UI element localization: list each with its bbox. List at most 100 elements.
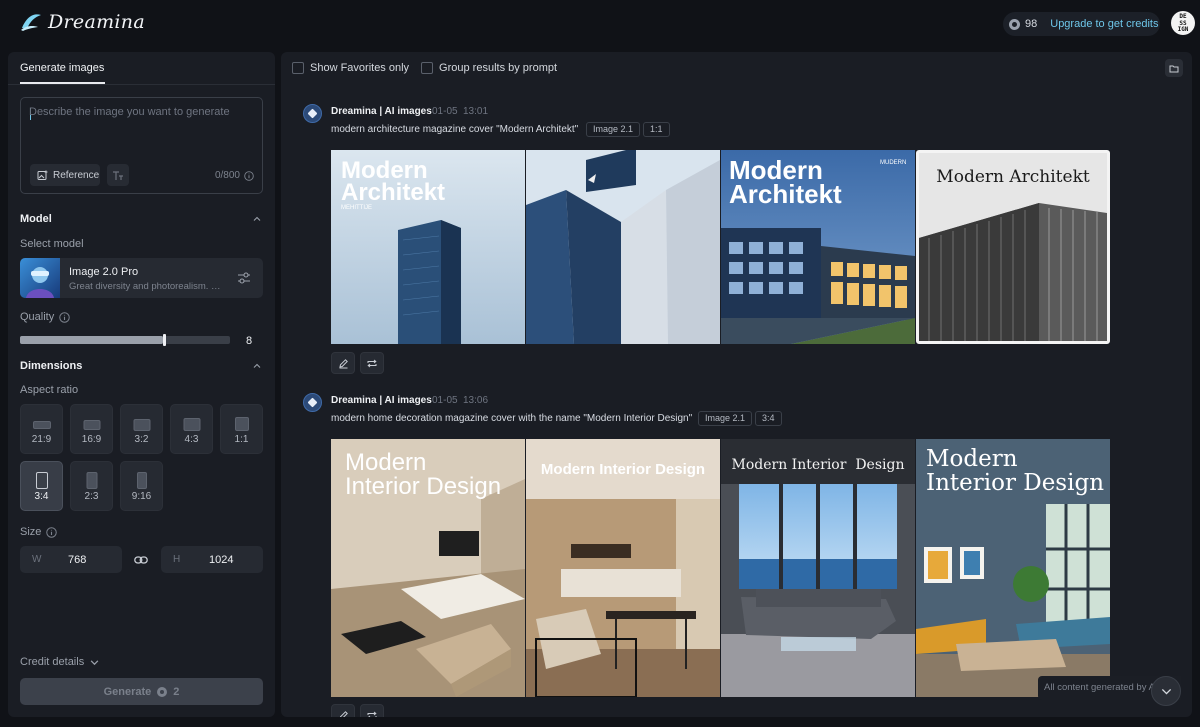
model-section-title[interactable]: Model bbox=[20, 213, 52, 225]
aspect-ratio-3-4[interactable]: 3:4 bbox=[20, 461, 63, 511]
pencil-icon bbox=[339, 710, 348, 717]
chevron-up-icon[interactable] bbox=[253, 215, 261, 223]
generated-image[interactable] bbox=[526, 150, 720, 344]
credit-details-toggle[interactable]: Credit details bbox=[20, 656, 99, 668]
app-logo[interactable]: Dreamina bbox=[20, 11, 145, 33]
model-tag[interactable]: Image 2.1 bbox=[698, 411, 753, 426]
aspect-ratio-16-9[interactable]: 16:9 bbox=[70, 404, 113, 454]
generation-prompt[interactable]: modern architecture magazine cover "Mode… bbox=[331, 124, 578, 135]
sliders-settings-icon[interactable] bbox=[237, 271, 251, 285]
aspect-ratio-label-text: 1:1 bbox=[234, 434, 249, 445]
chevron-up-icon[interactable] bbox=[253, 362, 261, 370]
group-by-prompt-checkbox[interactable]: Group results by prompt bbox=[421, 62, 557, 74]
generation-date: 01-05 bbox=[432, 106, 458, 117]
upgrade-link[interactable]: Upgrade to get credits bbox=[1050, 18, 1158, 30]
generated-image[interactable]: Modern Architekt MEHITTIJE bbox=[331, 150, 525, 344]
generation-prompt[interactable]: modern home decoration magazine cover wi… bbox=[331, 413, 692, 424]
repeat-icon bbox=[367, 711, 377, 717]
scroll-down-button[interactable] bbox=[1151, 676, 1181, 706]
link-ratio-icon[interactable] bbox=[134, 554, 148, 566]
repeat-icon bbox=[367, 359, 377, 367]
chevron-down-icon bbox=[90, 659, 99, 665]
user-avatar[interactable]: DE SS IGN bbox=[1171, 11, 1195, 35]
height-value: 1024 bbox=[209, 553, 234, 566]
cover-title: Architekt bbox=[729, 179, 842, 209]
reference-button[interactable]: Reference bbox=[30, 164, 100, 186]
aspect-ratio-3-2[interactable]: 3:2 bbox=[120, 404, 163, 454]
char-count-text: 0/800 bbox=[214, 170, 240, 181]
tab-generate-images[interactable]: Generate images bbox=[20, 62, 104, 74]
width-value: 768 bbox=[68, 553, 87, 566]
show-favorites-label: Show Favorites only bbox=[310, 62, 410, 74]
aspect-ratio-label-text: 3:2 bbox=[134, 434, 149, 445]
top-bar: Dreamina 98 Upgrade to get credits DE SS… bbox=[0, 0, 1200, 48]
dreamina-avatar-icon bbox=[303, 393, 322, 412]
dimensions-section-title[interactable]: Dimensions bbox=[20, 360, 82, 372]
quality-label: Quality bbox=[20, 311, 55, 323]
info-icon[interactable] bbox=[244, 170, 254, 181]
quality-slider[interactable] bbox=[20, 334, 230, 346]
checkbox-box[interactable] bbox=[292, 62, 304, 74]
text-style-button[interactable] bbox=[107, 164, 129, 186]
dreamina-logo-icon bbox=[21, 14, 41, 31]
edit-button[interactable] bbox=[331, 352, 355, 374]
tab-divider bbox=[8, 84, 275, 85]
quality-slider-fill bbox=[20, 336, 163, 344]
aspect-ratio-21-9[interactable]: 21:9 bbox=[20, 404, 63, 454]
aspect-ratio-label-text: 21:9 bbox=[31, 434, 52, 445]
width-letter: W bbox=[32, 554, 42, 565]
aspect-ratio-1-1[interactable]: 1:1 bbox=[220, 404, 263, 454]
regenerate-button[interactable] bbox=[360, 704, 384, 717]
ratio-shape-icon bbox=[136, 472, 147, 489]
generated-image[interactable]: Modern Interior Design bbox=[331, 439, 525, 697]
show-favorites-checkbox[interactable]: Show Favorites only bbox=[292, 62, 409, 74]
ratio-shape-icon bbox=[183, 418, 200, 431]
generated-image[interactable]: Modern Architekt MUDERN bbox=[721, 150, 915, 344]
credit-coin-icon bbox=[1009, 18, 1020, 30]
folder-button[interactable] bbox=[1165, 59, 1183, 77]
reference-label: Reference bbox=[53, 169, 100, 181]
aspect-ratio-2-3[interactable]: 2:3 bbox=[70, 461, 113, 511]
cover-title: Modern bbox=[345, 449, 427, 476]
info-icon[interactable] bbox=[46, 526, 58, 538]
dreamina-avatar-icon bbox=[303, 104, 322, 123]
edit-button[interactable] bbox=[331, 704, 355, 717]
generated-image[interactable]: Modern Interior Design bbox=[526, 439, 720, 697]
regenerate-button[interactable] bbox=[360, 352, 384, 374]
size-label: Size bbox=[20, 526, 42, 538]
aspect-ratio-label: Aspect ratio bbox=[20, 384, 79, 396]
generated-image[interactable]: Modern Interior Design bbox=[916, 439, 1110, 697]
ratio-shape-icon bbox=[83, 420, 100, 430]
generated-image-selected[interactable]: Modern Architekt bbox=[916, 150, 1110, 344]
prompt-input[interactable] bbox=[29, 106, 254, 156]
aspect-ratio-4-3[interactable]: 4:3 bbox=[170, 404, 213, 454]
quality-row: Quality bbox=[20, 311, 70, 323]
generated-image[interactable]: Modern Interior Design bbox=[721, 439, 915, 697]
ratio-tag[interactable]: 3:4 bbox=[755, 411, 782, 426]
generation-time: 13:01 bbox=[463, 106, 489, 117]
generation-date: 01-05 bbox=[432, 395, 458, 406]
quality-slider-handle[interactable] bbox=[163, 334, 166, 346]
generate-button[interactable]: Generate 2 bbox=[20, 678, 263, 705]
credit-details-label: Credit details bbox=[20, 656, 85, 668]
generation-source: Dreamina | AI images bbox=[331, 395, 432, 406]
aspect-ratio-label-text: 3:4 bbox=[34, 491, 49, 502]
checkbox-box[interactable] bbox=[421, 62, 434, 74]
aspect-ratio-label-text: 4:3 bbox=[184, 434, 199, 445]
ratio-tag[interactable]: 1:1 bbox=[643, 122, 670, 137]
height-input[interactable]: H 1024 bbox=[161, 546, 263, 573]
cover-title: Interior Design bbox=[345, 473, 502, 500]
aspect-ratio-9-16[interactable]: 9:16 bbox=[120, 461, 163, 511]
model-tag[interactable]: Image 2.1 bbox=[586, 122, 641, 137]
results-panel: Show Favorites only Group results by pro… bbox=[281, 52, 1192, 717]
width-input[interactable]: W 768 bbox=[20, 546, 122, 573]
model-selector[interactable]: Image 2.0 Pro Great diversity and photor… bbox=[20, 258, 263, 298]
info-icon[interactable] bbox=[59, 311, 70, 323]
architecture-facade-image bbox=[526, 150, 720, 344]
pencil-icon bbox=[338, 358, 348, 368]
image-add-icon bbox=[37, 170, 48, 180]
prompt-box: Reference 0/800 bbox=[20, 97, 263, 194]
cover-title: Modern bbox=[926, 446, 1018, 472]
credits-pill[interactable]: 98 Upgrade to get credits bbox=[1003, 12, 1160, 36]
aspect-ratio-label-text: 9:16 bbox=[131, 491, 152, 502]
